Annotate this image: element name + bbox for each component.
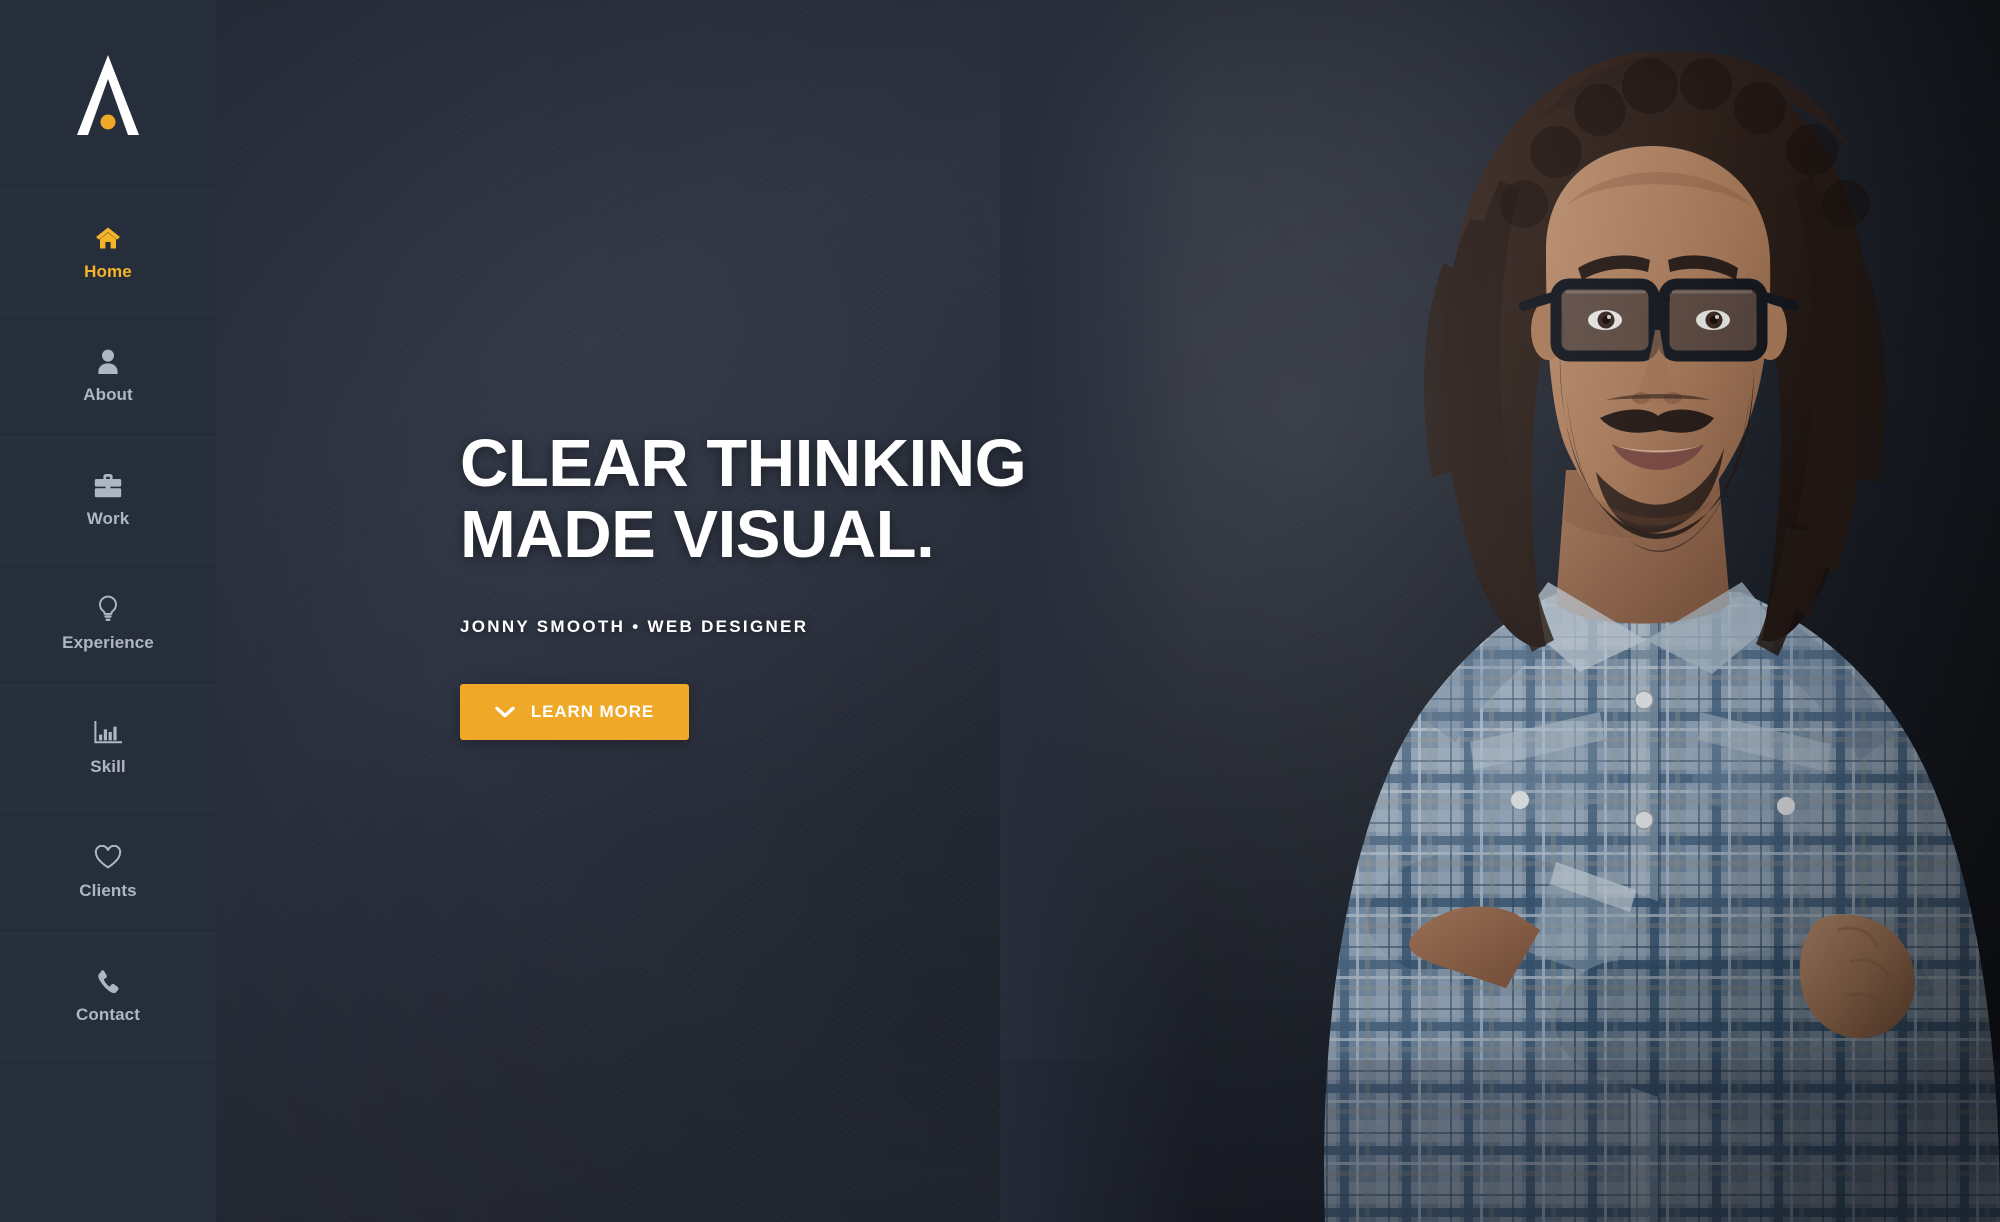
sidebar-item-work[interactable]: Work — [0, 438, 216, 562]
sidebar-item-label: Home — [84, 261, 132, 281]
hero-title-line-2: MADE VISUAL. — [460, 497, 935, 573]
heart-icon — [94, 842, 122, 872]
chevron-down-icon — [495, 706, 515, 719]
page-root: Home About Work Experience Skill Clients… — [0, 0, 2000, 1222]
sidebar-item-label: Skill — [90, 757, 126, 776]
sidebar-item-experience[interactable]: Experience — [0, 562, 216, 686]
sidebar-item-label: Clients — [79, 881, 137, 900]
home-icon — [95, 223, 121, 253]
lightbulb-icon — [97, 594, 119, 624]
learn-more-button[interactable]: LEARN MORE — [460, 684, 689, 741]
hero-title: CLEAR THINKING MADE VISUAL. — [460, 428, 1220, 570]
hero-subtitle: JONNY SMOOTH • WEB DESIGNER — [460, 617, 809, 637]
phone-icon — [96, 966, 120, 996]
hero-section: CLEAR THINKING MADE VISUAL. JONNY SMOOTH… — [216, 0, 2000, 1222]
learn-more-label: LEARN MORE — [530, 702, 655, 722]
user-icon — [97, 346, 119, 376]
sidebar-item-about[interactable]: About — [0, 314, 216, 438]
briefcase-icon — [94, 470, 122, 500]
sidebar-nav: Home About Work Experience Skill Clients… — [0, 190, 216, 1058]
logo-a-with-dot-icon — [69, 51, 147, 139]
sidebar: Home About Work Experience Skill Clients… — [0, 0, 216, 1222]
logo[interactable] — [0, 0, 216, 190]
sidebar-item-label: Contact — [76, 1005, 140, 1024]
sidebar-item-label: About — [83, 385, 133, 404]
sidebar-item-skill[interactable]: Skill — [0, 686, 216, 810]
sidebar-item-clients[interactable]: Clients — [0, 810, 216, 934]
sidebar-item-home[interactable]: Home — [0, 190, 216, 314]
sidebar-item-label: Experience — [62, 633, 154, 652]
sidebar-item-label: Work — [86, 509, 130, 528]
sidebar-item-contact[interactable]: Contact — [0, 934, 216, 1058]
hero-copy: CLEAR THINKING MADE VISUAL. JONNY SMOOTH… — [460, 428, 1220, 741]
bar-chart-icon — [94, 718, 122, 748]
hero-title-line-1: CLEAR THINKING — [460, 426, 1027, 501]
